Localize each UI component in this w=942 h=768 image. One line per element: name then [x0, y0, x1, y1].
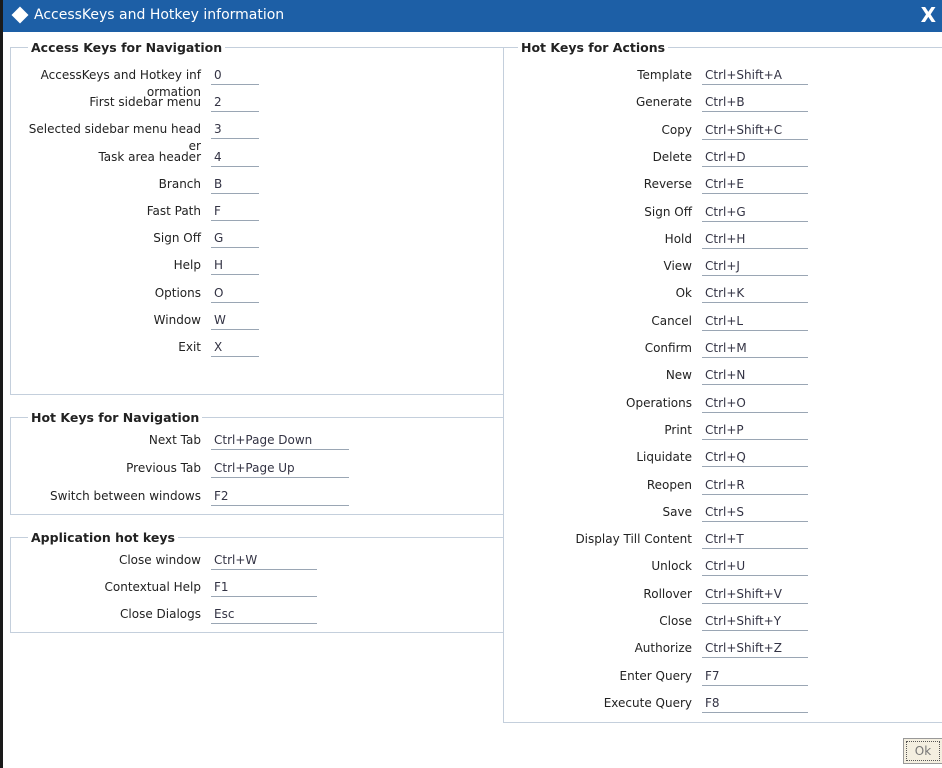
access_keys-key-field[interactable]: G — [211, 228, 259, 249]
hot_keys_actions-label: Generate — [635, 95, 692, 110]
hot_keys_actions-key-field[interactable]: Ctrl+H — [702, 229, 808, 249]
access-keys-panel: Access Keys for Navigation AccessKeys an… — [10, 40, 504, 395]
hot_keys_actions-key-field[interactable]: Ctrl+Shift+Z — [702, 638, 808, 659]
hot_keys_actions-label: Rollover — [643, 586, 692, 601]
hot_keys_actions-key-field[interactable]: Ctrl+S — [702, 502, 808, 522]
hot_keys_actions-label: Reopen — [646, 477, 692, 492]
hot_keys_actions-label: Operations — [626, 395, 692, 410]
access_keys-label: Options — [154, 285, 201, 300]
hot-keys-actions-panel: Hot Keys for Actions Template Ctrl+Shift+… — [503, 40, 942, 723]
access_keys-label: Fast Path — [146, 204, 201, 218]
hot_keys_actions-key-field[interactable]: F7 — [702, 666, 808, 686]
access_keys-key-field[interactable]: W — [211, 310, 259, 330]
hotkey-dialog: AccessKeys and Hotkey information X Acce… — [0, 0, 942, 768]
access_keys-key-field[interactable]: 0 — [211, 65, 259, 85]
hot_keys_actions-key-field[interactable]: Ctrl+T — [702, 529, 808, 550]
hot_keys_actions-label: Display Till Content — [575, 532, 692, 547]
hot_keys_actions-key-field[interactable]: Ctrl+D — [702, 147, 808, 167]
hot_keys_actions-label: Liquidate — [636, 450, 692, 465]
hot_keys_actions-label: Copy — [661, 122, 692, 137]
title-bar: AccessKeys and Hotkey information X — [3, 0, 942, 32]
hot_keys_actions-key-field[interactable]: Ctrl+B — [702, 92, 808, 113]
access_keys-key-field[interactable]: F — [211, 201, 259, 221]
hot_keys_actions-key-field[interactable]: Ctrl+U — [702, 556, 808, 577]
access_keys-label: Help — [173, 258, 201, 273]
hot_keys_nav-label: Previous Tab — [126, 461, 201, 475]
access_keys-key-field[interactable]: O — [211, 283, 259, 303]
hot_keys_actions-label: Cancel — [651, 313, 692, 328]
hot_keys_actions-key-field[interactable]: Ctrl+K — [702, 283, 808, 304]
app_hot_keys-label: Close Dialogs — [120, 607, 201, 621]
hot-keys-navigation-legend: Hot Keys for Navigation — [28, 410, 203, 425]
access_keys-key-field[interactable]: 2 — [211, 92, 259, 113]
hot_keys_actions-label: Sign Off — [644, 204, 692, 219]
hot_keys_actions-key-field[interactable]: Ctrl+M — [702, 338, 808, 358]
hot_keys_nav-key-field[interactable]: Ctrl+Page Down — [211, 430, 349, 450]
hot_keys_actions-key-field[interactable]: Ctrl+O — [702, 393, 808, 413]
application-hot-keys-panel: Application hot keys Close window Ctrl+W C… — [10, 530, 504, 633]
hot_keys_actions-label: Confirm — [644, 341, 692, 355]
access_keys-key-field[interactable]: 4 — [211, 147, 259, 167]
hot_keys_actions-key-field[interactable]: Ctrl+G — [702, 202, 808, 222]
hot_keys_actions-label: Ok — [675, 286, 692, 301]
hot_keys_actions-label: Execute Query — [603, 695, 692, 710]
close-button[interactable]: X — [921, 3, 936, 27]
access_keys-key-field[interactable]: 3 — [211, 119, 259, 140]
hot_keys_actions-label: Authorize — [634, 641, 692, 656]
hot_keys_actions-label: Delete — [652, 149, 692, 164]
hot_keys_nav-key-field[interactable]: Ctrl+Page Up — [211, 458, 349, 478]
hot-keys-actions-legend: Hot Keys for Actions — [518, 40, 669, 55]
access_keys-key-field[interactable]: X — [211, 337, 259, 357]
hot_keys_nav-label: Switch between windows — [50, 489, 201, 503]
hot_keys_actions-label: Save — [662, 504, 692, 519]
hot_keys_actions-label: Template — [637, 68, 692, 82]
access_keys-key-field[interactable]: B — [211, 174, 259, 194]
hot-keys-navigation-panel: Hot Keys for Navigation Next Tab Ctrl+Pag… — [10, 410, 504, 515]
hot_keys_actions-key-field[interactable]: Ctrl+L — [702, 311, 808, 331]
hot_keys_nav-key-field[interactable]: F2 — [211, 486, 349, 506]
application-hot-keys-legend: Application hot keys — [28, 530, 178, 545]
hot_keys_actions-label: Enter Query — [619, 668, 693, 683]
hot_keys_actions-key-field[interactable]: Ctrl+Shift+C — [702, 120, 808, 140]
app_hot_keys-key-field[interactable]: F1 — [211, 577, 317, 597]
hot_keys_actions-label: Close — [659, 614, 692, 628]
hot_keys_actions-label: New — [665, 368, 692, 383]
app_hot_keys-label: Close window — [118, 553, 201, 567]
hot_keys_actions-key-field[interactable]: Ctrl+R — [702, 475, 808, 495]
hot_keys_actions-key-field[interactable]: Ctrl+Shift+V — [702, 584, 808, 604]
window-title: AccessKeys and Hotkey information — [34, 7, 285, 23]
hot_keys_nav-label: Next Tab — [148, 433, 201, 447]
access_keys-label: Branch — [158, 176, 201, 191]
access_keys-label: First sidebar menu — [89, 95, 201, 110]
hot_keys_actions-label: Print — [664, 422, 692, 437]
app_hot_keys-key-field[interactable]: Ctrl+W — [211, 550, 317, 570]
access_keys-label: Sign Off — [153, 231, 201, 246]
hot_keys_actions-label: Hold — [664, 231, 692, 246]
access_keys-label: Window — [153, 312, 201, 327]
diamond-icon — [11, 6, 29, 24]
hot_keys_actions-key-field[interactable]: Ctrl+Q — [702, 447, 808, 468]
ok-button[interactable]: Ok — [903, 738, 942, 764]
hot_keys_actions-label: Reverse — [643, 177, 692, 192]
hot_keys_actions-label: Unlock — [651, 559, 692, 574]
hot_keys_actions-label: View — [663, 259, 692, 274]
hot_keys_actions-key-field[interactable]: F8 — [702, 693, 808, 713]
access_keys-key-field[interactable]: H — [211, 255, 259, 276]
hot_keys_actions-key-field[interactable]: Ctrl+N — [702, 365, 808, 386]
hot_keys_actions-key-field[interactable]: Ctrl+P — [702, 420, 808, 440]
app_hot_keys-key-field[interactable]: Esc — [211, 604, 317, 624]
hot_keys_actions-key-field[interactable]: Ctrl+Shift+Y — [702, 611, 808, 631]
app_hot_keys-label: Contextual Help — [104, 580, 201, 594]
hot_keys_actions-key-field[interactable]: Ctrl+Shift+A — [702, 65, 808, 85]
access-keys-legend: Access Keys for Navigation — [28, 40, 226, 55]
hot_keys_actions-key-field[interactable]: Ctrl+J — [702, 256, 808, 277]
access_keys-label: Exit — [178, 340, 201, 354]
access_keys-label: Task area header — [98, 149, 201, 164]
hot_keys_actions-key-field[interactable]: Ctrl+E — [702, 174, 808, 195]
